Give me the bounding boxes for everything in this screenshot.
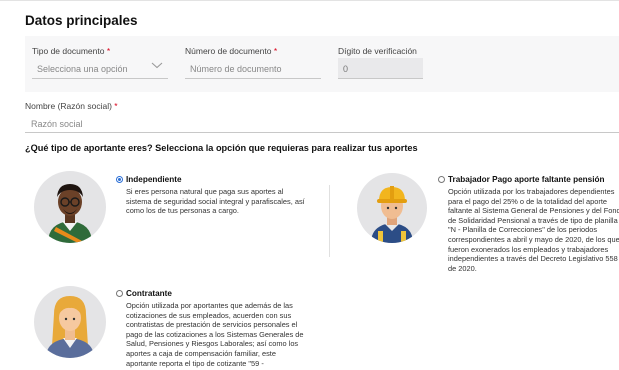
tipo-documento-select[interactable]: Selecciona una opción [37, 64, 128, 74]
nombre-label: Nombre (Razón social) * [25, 101, 118, 111]
option-description: Opción utilizada por aportantes que adem… [126, 301, 304, 368]
tipo-documento-label: Tipo de documento * [32, 46, 111, 56]
option-description: Si eres persona natural que paga sus apo… [126, 187, 305, 216]
options-divider [329, 185, 330, 257]
radio-trabajador-pago-faltante[interactable] [438, 176, 445, 183]
numero-documento-label: Número de documento * [185, 46, 278, 56]
top-divider [0, 0, 619, 1]
business-woman-avatar-icon [34, 286, 106, 358]
tipo-documento-underline [32, 78, 168, 79]
numero-documento-underline [185, 78, 321, 79]
numero-documento-input[interactable]: Número de documento [190, 64, 282, 74]
chevron-down-icon[interactable] [150, 60, 164, 70]
aportante-question: ¿Qué tipo de aportante eres? Selecciona … [25, 143, 418, 153]
option-title: Trabajador Pago aporte faltante pensión [448, 175, 605, 184]
digito-verificacion-value: 0 [343, 64, 349, 74]
option-description: Opción utilizada por los trabajadores de… [448, 187, 619, 273]
construction-worker-avatar-icon [357, 173, 427, 243]
option-title: Independiente [126, 175, 182, 184]
nombre-underline [25, 132, 619, 133]
independent-worker-avatar-icon [34, 171, 106, 243]
option-title: Contratante [126, 289, 172, 298]
digito-verificacion-field [338, 58, 423, 79]
radio-contratante[interactable] [116, 290, 123, 297]
digito-verificacion-label: Dígito de verificación [338, 46, 417, 56]
nombre-input[interactable]: Razón social [31, 119, 83, 129]
section-title: Datos principales [25, 13, 138, 28]
radio-independiente[interactable] [116, 176, 123, 183]
